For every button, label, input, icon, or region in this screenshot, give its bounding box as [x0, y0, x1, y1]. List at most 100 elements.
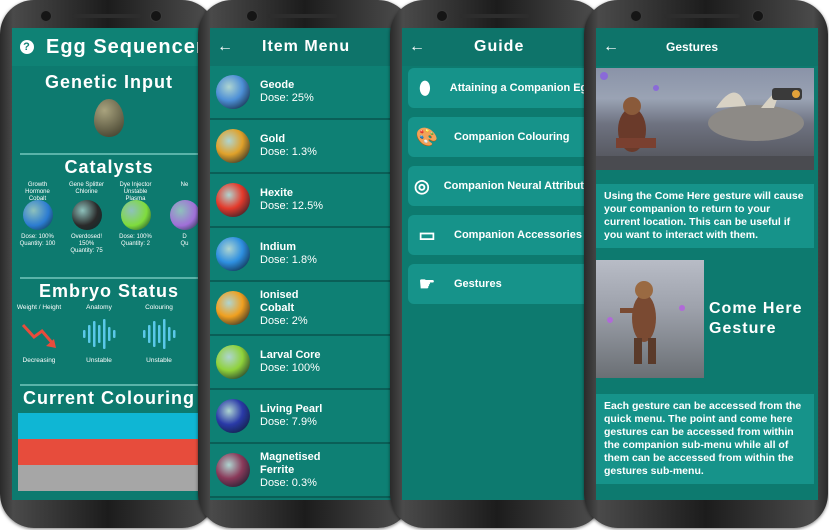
item-icon [216, 129, 250, 163]
item-name: Hexite [260, 187, 294, 199]
phone-frame-3: ← Guide ⬮ Attaining a Companion Egg 🎨 Compa… [390, 0, 604, 528]
page-title: Egg Sequencer [46, 35, 205, 58]
gesture-access-description: Each gesture can be accessed from the qu… [596, 394, 814, 484]
divider [20, 384, 198, 386]
camera [246, 10, 258, 22]
guide-screen: ← Guide ⬮ Attaining a Companion Egg 🎨 Compa… [402, 28, 594, 500]
inbox-icon: ▭ [418, 224, 436, 245]
item-name: Gold [260, 133, 286, 145]
guide-item[interactable]: ◎ Companion Neural Attributes [408, 166, 594, 206]
item-text: Hexite Dose: 12.5% [260, 187, 323, 213]
camera [752, 10, 764, 22]
list-item[interactable]: Indium Dose: 1.8% [210, 228, 402, 282]
list-item[interactable]: Hexite Dose: 12.5% [210, 174, 402, 228]
list-item[interactable]: Geode Dose: 25% [210, 66, 402, 120]
item-icon [216, 75, 250, 109]
divider [20, 153, 198, 155]
guide-item[interactable]: 🎨 Companion Colouring [408, 117, 594, 157]
camera [150, 10, 162, 22]
help-icon[interactable]: ? [20, 40, 34, 54]
catalyst-list: Growth Hormone Cobalt Dose: 100% Quantity:… [12, 182, 206, 255]
item-dose: Dose: 12.5% [260, 200, 323, 212]
catalyst-dose: Dose: 100% [119, 234, 152, 240]
embryo-status-value: Unstable [146, 357, 172, 364]
embryo-status-item: Anatomy Unstable [76, 304, 122, 364]
embryo-status-item: Colouring Unstable [136, 304, 182, 364]
gestures-screen: ← Gestures Using the Come Here gesture w… [596, 28, 818, 500]
item-icon [216, 291, 250, 325]
item-dose: Dose: 1.8% [260, 254, 317, 266]
catalyst-quantity: Quantity: 100 [19, 241, 56, 247]
item-text: Geode Dose: 25% [260, 79, 314, 105]
catalyst-name: Growth Hormone Cobalt [25, 182, 50, 202]
embryo-status-list: Weight / Height Decreasing Anatomy Unstable… [12, 304, 206, 364]
creature-screenshot [596, 68, 814, 170]
catalyst-dose: Overdosed! 150% [70, 234, 103, 247]
come-here-image [596, 260, 704, 378]
item-text: Living Pearl Dose: 7.9% [260, 403, 322, 429]
item-name: Ionised Cobalt [260, 288, 299, 314]
embryo-status-label: Weight / Height [16, 304, 62, 311]
sequencer-screen: ? Egg Sequencer Genetic Input Catalysts … [12, 28, 206, 500]
guide-item[interactable]: ☛ Gestures [408, 264, 594, 304]
waveform-icon [143, 319, 176, 349]
catalyst-item[interactable]: Growth Hormone Cobalt Dose: 100% Quantity:… [16, 182, 59, 255]
back-arrow-icon[interactable]: ← [402, 38, 432, 56]
list-item[interactable]: Living Pearl Dose: 7.9% [210, 390, 402, 444]
item-dose: Dose: 7.9% [260, 416, 317, 428]
phone-frame-1: ? Egg Sequencer Genetic Input Catalysts … [0, 0, 216, 528]
item-text: Gold Dose: 1.3% [260, 133, 317, 159]
creature-scene-image [596, 72, 814, 170]
catalyst-dose: Dose: 100% [21, 234, 54, 240]
back-arrow-icon[interactable]: ← [210, 38, 240, 56]
item-icon [216, 453, 250, 487]
embryo-status-label: Anatomy [86, 304, 112, 311]
item-icon [216, 345, 250, 379]
player-gesture-image [607, 281, 685, 364]
phone-frame-4: ← Gestures Using the Come Here gesture w… [584, 0, 828, 528]
catalyst-item[interactable]: Gene Splitter Chlorine Overdosed! 150% Qua… [65, 182, 108, 255]
guide-item-label: Companion Neural Attributes [443, 180, 594, 192]
embryo-status-value: Unstable [86, 357, 112, 364]
item-dose: Dose: 25% [260, 92, 314, 104]
item-name: Geode [260, 79, 295, 91]
camera [630, 10, 642, 22]
app-bar: ← Item Menu [210, 28, 402, 66]
guide-item[interactable]: ⬮ Attaining a Companion Egg [408, 68, 594, 108]
item-name: Magnetised Ferrite [260, 450, 321, 476]
page-title: Gestures [666, 40, 719, 54]
list-item[interactable]: Magnetised Ferrite Dose: 0.3% [210, 444, 402, 498]
catalyst-orb-icon [71, 200, 102, 230]
embryo-status-label: Colouring [145, 304, 173, 311]
genetic-input-title: Genetic Input [44, 72, 173, 92]
colour-swatch [18, 465, 206, 491]
guide-item-label: Attaining a Companion Egg [449, 82, 594, 94]
come-here-heading: Come Here Gesture [709, 300, 803, 337]
guide-item-label: Companion Accessories [454, 229, 582, 241]
egg-icon: ⬮ [419, 77, 431, 98]
item-text: Indium Dose: 1.8% [260, 241, 317, 267]
decreasing-trend-icon [21, 323, 56, 348]
catalyst-name: Dye Injector Unstable Plasma [119, 182, 152, 202]
speaker [268, 14, 338, 18]
egg-icon[interactable] [94, 99, 124, 137]
catalyst-name: Gene Splitter Chlorine [68, 182, 105, 195]
list-item[interactable]: Larval Core Dose: 100% [210, 336, 402, 390]
list-item[interactable]: Ionised Cobalt Dose: 2% [210, 282, 402, 336]
item-text: Ionised Cobalt Dose: 2% [260, 289, 308, 328]
list-item[interactable]: Gold Dose: 1.3% [210, 120, 402, 174]
camera [40, 10, 52, 22]
guide-list: ⬮ Attaining a Companion Egg 🎨 Companion Col… [402, 68, 594, 304]
item-dose: Dose: 0.3% [260, 476, 317, 489]
back-arrow-icon[interactable]: ← [596, 38, 626, 56]
speaker [664, 14, 740, 18]
guide-item[interactable]: ▭ Companion Accessories [408, 215, 594, 255]
item-dose: Dose: 1.3% [260, 146, 317, 158]
current-colouring-title: Current Colouring [23, 388, 195, 408]
app-bar: ← Guide [402, 28, 594, 66]
catalyst-orb-icon [120, 200, 151, 230]
page-title: Item Menu [262, 38, 351, 55]
catalyst-item[interactable]: Dye Injector Unstable Plasma Dose: 100% Qu… [114, 182, 157, 255]
guide-item-label: Gestures [454, 278, 502, 290]
catalyst-orb-icon [169, 200, 200, 230]
